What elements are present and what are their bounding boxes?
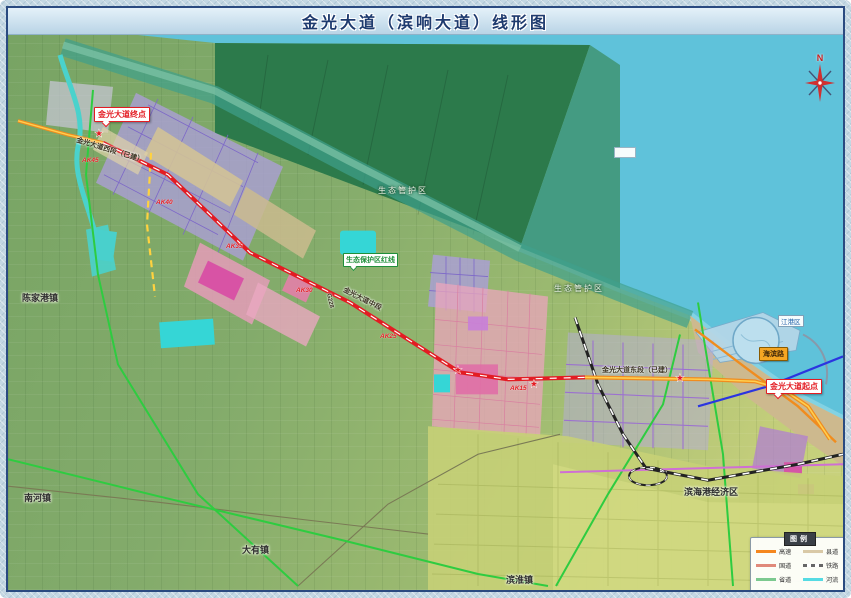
compass-rose: N [800,53,840,108]
lake-rect-west [159,319,215,349]
legend-item: 高速 [756,546,797,556]
legend-item: 国道 [756,560,797,570]
map-geography-layer: ★ ★ ★ ★ ★ [8,35,843,590]
legend-title: 图例 [784,532,816,546]
legend-item: 铁路 [803,560,843,570]
map-sheet-frame: 金光大道（滨响大道）线形图 [0,0,851,598]
legend-item: 河流 [803,574,843,584]
legend: 图例 高速 国道 省道 在建路 县道 铁路 河流 已建道路 [750,537,843,590]
title-bar: 金光大道（滨响大道）线形图 [8,8,843,35]
river-line-icon [803,578,823,581]
county-road-line-icon [803,550,823,553]
map-sheet: 金光大道（滨响大道）线形图 [6,6,845,592]
railway-line-icon [803,564,823,567]
national-road-line-icon [756,564,776,567]
svg-text:★: ★ [675,372,685,384]
legend-item: 在建路 [756,588,797,590]
planning-zone-pink-mid [432,283,548,439]
expressway-line-icon [756,550,776,553]
legend-item: 已建道路 [803,588,843,590]
svg-text:★: ★ [774,384,784,396]
page-title: 金光大道（滨响大道）线形图 [302,9,549,33]
provincial-road-line-icon [756,578,776,581]
svg-text:★: ★ [453,364,463,376]
compass-star-icon [803,63,837,103]
legend-item: 县道 [803,546,843,556]
compass-north-label: N [800,53,840,63]
reservoir-mid [340,231,376,255]
svg-text:★: ★ [529,378,539,390]
legend-grid: 高速 国道 省道 在建路 县道 铁路 河流 已建道路 [756,546,843,590]
map-canvas: ★★★ ★★ 金光大道终点 金光大道起点 生态保护区红线 海滨路 江港区 金光大… [8,35,843,590]
legend-item: 省道 [756,574,797,584]
svg-text:★: ★ [94,128,104,140]
round-lagoon [733,317,779,363]
